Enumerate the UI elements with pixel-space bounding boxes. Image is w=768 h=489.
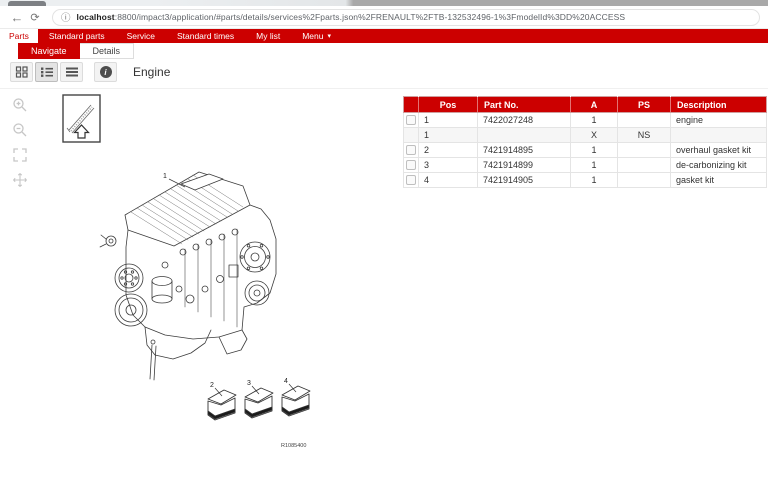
- table-header-row: Pos Part No. A PS Description: [403, 96, 767, 113]
- zoom-in-icon[interactable]: [12, 97, 28, 113]
- table-row: 3 7421914899 1 de-carbonizing kit: [403, 157, 767, 173]
- parts-table-body: 1 7422027248 1 engine 1 X NS 2 7421914895 1 overha…: [403, 112, 767, 188]
- nav-item-my-list[interactable]: My list: [245, 29, 291, 43]
- grid-icon: [15, 66, 28, 78]
- table-row: 2 7421914895 1 overhaul gasket kit: [403, 142, 767, 158]
- view-toolbar: i Engine: [10, 61, 170, 83]
- cell-ps: NS: [617, 127, 671, 143]
- nav-item-standard-times[interactable]: Standard times: [166, 29, 245, 43]
- parts-table-panel: Pos Part No. A PS Description 1 742202724…: [403, 96, 767, 188]
- cell-part-no: [477, 127, 571, 143]
- table-row: 4 7421914905 1 gasket kit: [403, 172, 767, 188]
- cell-a: 1: [570, 172, 618, 188]
- header-a: A: [570, 96, 618, 113]
- nav-item-standard-parts[interactable]: Standard parts: [38, 29, 116, 43]
- cell-a: X: [570, 127, 618, 143]
- cell-part-no: 7421914905: [477, 172, 571, 188]
- cell-description: [670, 127, 767, 143]
- row-checkbox[interactable]: [406, 145, 416, 156]
- nav-item-parts[interactable]: Parts: [0, 29, 38, 43]
- menu-caret-icon: ▾: [327, 33, 331, 40]
- gasket-kit-boxes: [207, 385, 311, 421]
- cell-description: gasket kit: [670, 172, 767, 188]
- cell-part-no: 7422027248: [477, 112, 571, 128]
- compact-list-button[interactable]: [60, 62, 83, 82]
- cell-checkbox: [403, 142, 419, 158]
- fit-screen-icon[interactable]: [12, 147, 28, 163]
- drawing-ref-code: R1085400: [281, 443, 306, 449]
- grid-view-button[interactable]: [10, 62, 33, 82]
- callout-2: 2: [210, 382, 214, 389]
- cell-description: engine: [670, 112, 767, 128]
- header-part-no: Part No.: [477, 96, 571, 113]
- drawing-zoom-tools: [12, 97, 28, 188]
- nav-item-menu[interactable]: Menu ▾: [291, 29, 342, 43]
- url-path: :8800/impact3/application/#parts/details…: [114, 12, 626, 22]
- cell-pos: 4: [418, 172, 478, 188]
- row-checkbox[interactable]: [406, 175, 416, 186]
- cell-a: 1: [570, 142, 618, 158]
- parts-table: Pos Part No. A PS Description 1 742202724…: [403, 96, 767, 188]
- hamburger-icon: [65, 67, 78, 77]
- cell-description: de-carbonizing kit: [670, 157, 767, 173]
- cell-pos: 1: [418, 112, 478, 128]
- row-checkbox[interactable]: [406, 115, 416, 126]
- page-info-icon[interactable]: ⓘ: [61, 10, 71, 24]
- main-nav: Parts Standard parts Service Standard times…: [0, 29, 768, 43]
- cell-a: 1: [570, 112, 618, 128]
- tab-navigate[interactable]: Navigate: [18, 43, 80, 59]
- cell-checkbox: [403, 112, 419, 128]
- cell-part-no: 7421914895: [477, 142, 571, 158]
- row-checkbox[interactable]: [406, 160, 416, 171]
- header-checkbox-col: [403, 96, 419, 113]
- subtabs: Navigate Details: [18, 43, 135, 59]
- url-text: localhost:8800/impact3/application/#part…: [77, 12, 626, 22]
- table-row: 1 7422027248 1 engine: [403, 112, 767, 128]
- info-icon: i: [99, 66, 112, 78]
- cell-part-no: 7421914899: [477, 157, 571, 173]
- cell-description: overhaul gasket kit: [670, 142, 767, 158]
- cell-pos: 2: [418, 142, 478, 158]
- engine-drawing: 1 2 3 4 R1085400: [99, 171, 311, 449]
- cell-pos: 3: [418, 157, 478, 173]
- header-pos: Pos: [418, 96, 478, 113]
- url-host: localhost: [76, 12, 115, 22]
- content-area: 1 2 3 4 R1085400 Pos Part No. A PS Descr…: [0, 88, 768, 489]
- tab-details[interactable]: Details: [79, 43, 135, 59]
- header-ps: PS: [617, 96, 671, 113]
- page-title: Engine: [133, 65, 171, 79]
- cell-checkbox: [403, 172, 419, 188]
- orientation-thumbnail[interactable]: [62, 94, 102, 144]
- callout-4: 4: [284, 378, 288, 385]
- cell-ps: [617, 157, 671, 173]
- cell-ps: [617, 142, 671, 158]
- callout-3: 3: [247, 380, 251, 387]
- list-view-button[interactable]: [35, 62, 58, 82]
- reload-icon[interactable]: ⟳: [26, 11, 44, 24]
- browser-toolbar: ← ⟳ ⓘ localhost:8800/impact3/application…: [0, 6, 768, 29]
- url-bar[interactable]: ⓘ localhost:8800/impact3/application/#pa…: [52, 8, 760, 26]
- list-icon: [40, 67, 53, 77]
- info-button[interactable]: i: [94, 62, 117, 82]
- cell-pos: 1: [418, 127, 478, 143]
- zoom-out-icon[interactable]: [12, 122, 28, 138]
- pan-icon[interactable]: [12, 172, 28, 188]
- cell-ps: [617, 112, 671, 128]
- cell-checkbox: [403, 127, 419, 143]
- nav-item-service[interactable]: Service: [116, 29, 166, 43]
- cell-checkbox: [403, 157, 419, 173]
- table-row: 1 X NS: [403, 127, 767, 143]
- header-description: Description: [670, 96, 767, 113]
- back-icon[interactable]: ←: [8, 10, 26, 25]
- cell-ps: [617, 172, 671, 188]
- callout-1: 1: [163, 173, 167, 180]
- cell-a: 1: [570, 157, 618, 173]
